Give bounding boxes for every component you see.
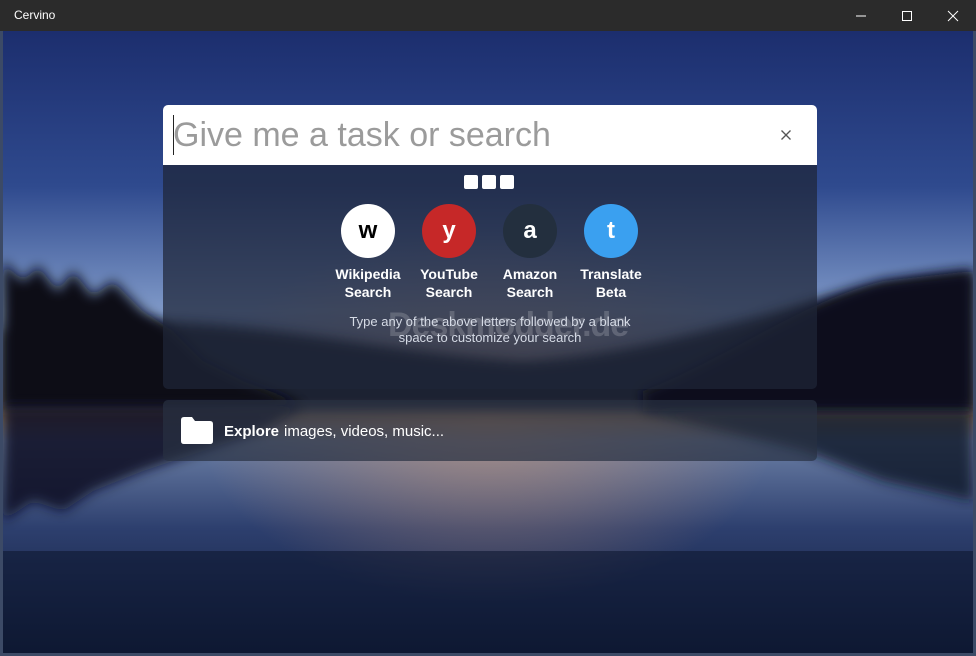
close-button[interactable] bbox=[930, 0, 976, 31]
shortcut-label: Translate Beta bbox=[580, 266, 642, 300]
youtube-icon: y bbox=[422, 204, 476, 258]
maximize-button[interactable] bbox=[884, 0, 930, 31]
page-dot[interactable] bbox=[482, 175, 496, 189]
wikipedia-icon: w bbox=[341, 204, 395, 258]
close-icon bbox=[947, 10, 959, 21]
amazon-icon: a bbox=[503, 204, 557, 258]
explore-title: Explore bbox=[224, 423, 280, 440]
shortcut-label: YouTube Search bbox=[420, 266, 478, 300]
maximize-icon bbox=[902, 10, 912, 21]
translate-icon: t bbox=[584, 204, 638, 258]
clear-search-button[interactable] bbox=[772, 121, 800, 149]
shortcut-label: Amazon Search bbox=[502, 266, 558, 300]
explore-bar[interactable]: Explore images, videos, music... bbox=[163, 400, 817, 461]
shortcut-youtube[interactable]: y YouTube Search bbox=[404, 204, 494, 301]
text-caret bbox=[173, 115, 174, 155]
shortcut-wikipedia[interactable]: w Wikipedia Search bbox=[323, 204, 413, 301]
minimize-button[interactable] bbox=[838, 0, 884, 31]
page-dot[interactable] bbox=[464, 175, 478, 189]
minimize-icon bbox=[856, 15, 866, 16]
page-indicator bbox=[464, 175, 514, 189]
title-bar: Cervino bbox=[0, 0, 976, 32]
window-border-left bbox=[0, 31, 3, 656]
search-input[interactable] bbox=[173, 111, 763, 159]
window-title: Cervino bbox=[14, 8, 56, 22]
close-icon bbox=[781, 130, 791, 140]
search-box bbox=[163, 105, 817, 165]
hint-text: Type any of the above letters followed b… bbox=[349, 314, 631, 345]
shortcut-label: Wikipedia Search bbox=[335, 266, 401, 300]
page-dot[interactable] bbox=[500, 175, 514, 189]
folder-icon bbox=[181, 417, 213, 444]
shortcut-translate[interactable]: t Translate Beta bbox=[566, 204, 656, 301]
explore-subtitle: images, videos, music... bbox=[284, 423, 445, 440]
shortcut-amazon[interactable]: a Amazon Search bbox=[485, 204, 575, 301]
